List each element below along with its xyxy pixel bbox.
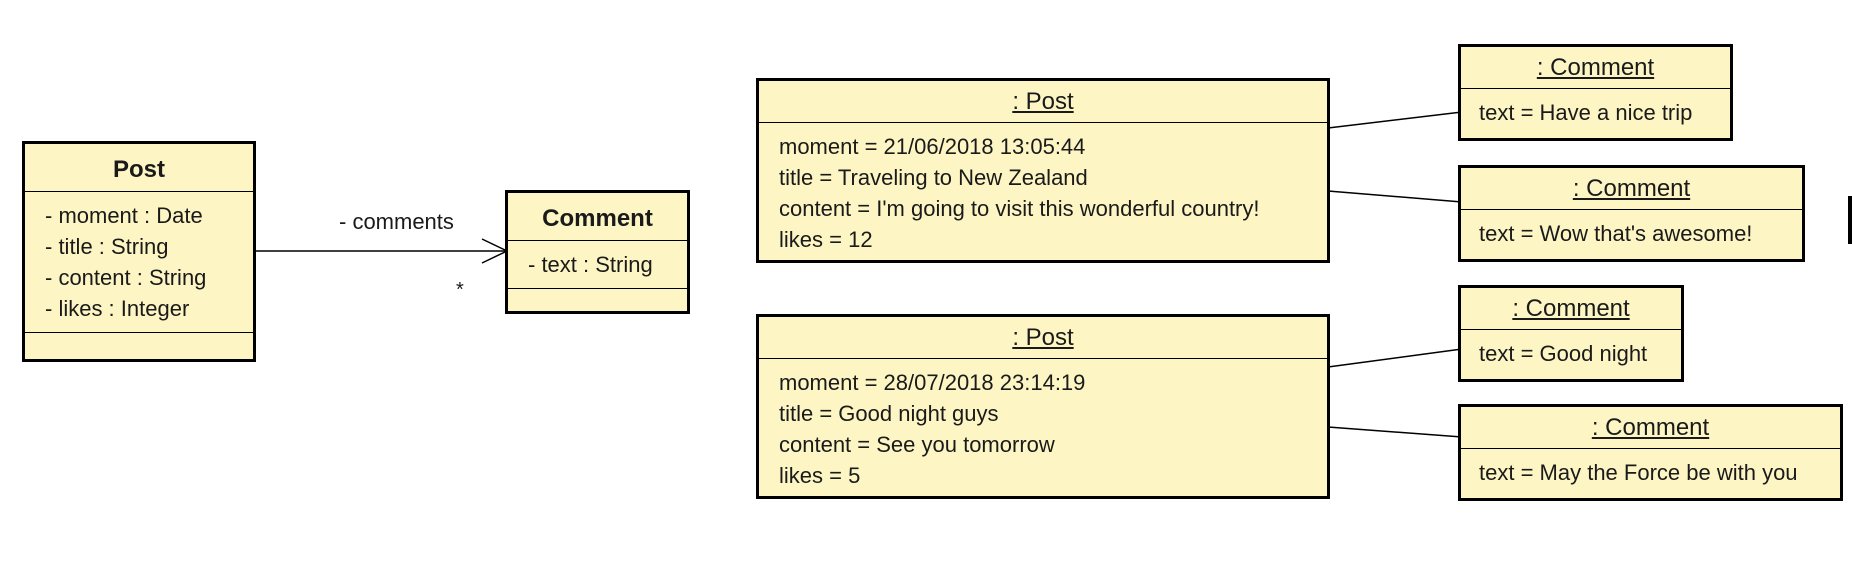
object-attribute: content = See you tomorrow [779,432,1055,457]
post-object-attributes: moment = 28/07/2018 23:14:19 title = Goo… [759,359,1327,499]
object-attribute: moment = 28/07/2018 23:14:19 [779,370,1086,395]
object-attribute: content = I'm going to visit this wonder… [779,196,1260,221]
comment-object-header: : Comment [1461,407,1840,449]
comment-object-header: : Comment [1461,168,1802,210]
post-object-attributes: moment = 21/06/2018 13:05:44 title = Tra… [759,123,1327,263]
comment-object-attributes: text = Good night [1461,330,1681,377]
post-object-2: : Post moment = 28/07/2018 23:14:19 titl… [756,314,1330,499]
post-object-header: : Post [759,317,1327,359]
comment-attribute: - text : String [528,252,653,277]
object-attribute: text = Good night [1479,341,1648,366]
comment-object-attributes: text = Wow that's awesome! [1461,210,1802,257]
comment-object-header: : Comment [1461,288,1681,330]
post-attribute: - likes : Integer [45,296,190,321]
post-object-1: : Post moment = 21/06/2018 13:05:44 titl… [756,78,1330,263]
comment-object-2-1: : Comment text = Good night [1458,285,1684,382]
association-multiplicity: * [456,279,464,301]
post-attribute: - title : String [45,234,169,259]
link-post1-comment2 [1327,190,1463,203]
post-object-header: : Post [759,81,1327,123]
comment-class-operations [508,288,687,310]
comment-object-attributes: text = Have a nice trip [1461,89,1730,136]
edge-mark [1848,196,1852,244]
post-class-attributes: - moment : Date - title : String - conte… [25,192,253,332]
comment-object-1-2: : Comment text = Wow that's awesome! [1458,165,1805,262]
comment-class-attributes: - text : String [508,241,687,288]
comment-object-attributes: text = May the Force be with you [1461,449,1840,496]
post-attribute: - moment : Date [45,203,203,228]
object-attribute: text = Wow that's awesome! [1479,221,1753,246]
object-attribute: likes = 5 [779,463,861,488]
comment-object-header: : Comment [1461,47,1730,89]
comment-object-1-1: : Comment text = Have a nice trip [1458,44,1733,141]
post-class-name: Post [25,144,253,192]
comment-object-2-2: : Comment text = May the Force be with y… [1458,404,1843,501]
object-attribute: title = Good night guys [779,401,999,426]
object-attribute: likes = 12 [779,227,873,252]
object-attribute: title = Traveling to New Zealand [779,165,1088,190]
post-attribute: - content : String [45,265,207,290]
link-post2-comment2 [1327,426,1463,438]
comment-class-name: Comment [508,193,687,241]
post-class-box: Post - moment : Date - title : String - … [22,141,256,362]
object-attribute: moment = 21/06/2018 13:05:44 [779,134,1086,159]
object-attribute: text = May the Force be with you [1479,460,1798,485]
link-post2-comment1 [1327,348,1463,368]
object-attribute: text = Have a nice trip [1479,100,1693,125]
comment-class-box: Comment - text : String [505,190,690,314]
link-post1-comment1 [1327,111,1463,129]
association-role-label: - comments [339,209,454,234]
post-class-operations [25,332,253,354]
